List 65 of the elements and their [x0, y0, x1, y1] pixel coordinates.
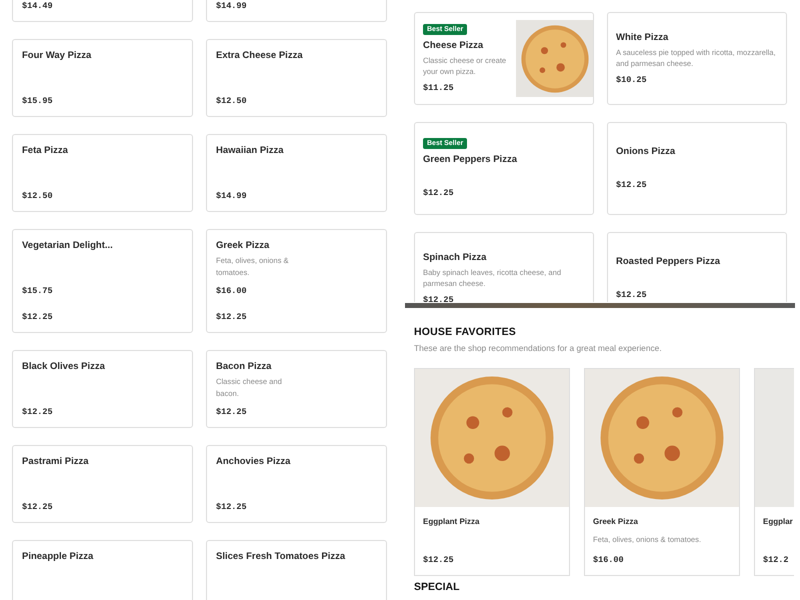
menu-item-card[interactable]: $14.99 — [206, 0, 387, 22]
item-name: Feta Pizza — [22, 145, 69, 157]
item-name: Vegetarian Delight... — [22, 240, 114, 252]
item-name: Greek Pizza — [216, 240, 270, 252]
menu-item-card[interactable]: Vegetarian Delight... $15.75 — [12, 229, 193, 300]
menu-item-card[interactable]: $14.49 — [12, 0, 193, 22]
item-price: $12.25 — [423, 188, 455, 199]
item-name: Pineapple Pizza — [22, 551, 94, 563]
menu-item-card[interactable]: Extra Cheese Pizza $12.50 — [206, 39, 387, 117]
item-price: $10.25 — [616, 74, 648, 86]
menu-item-card[interactable]: Pineapple Pizza — [12, 540, 193, 600]
item-name: White Pizza — [616, 32, 670, 44]
item-price: $12.50 — [216, 96, 248, 107]
favorite-item-card[interactable]: Eggplar $12.2 — [754, 368, 794, 576]
menu-item-card[interactable]: $12.25 — [12, 300, 193, 333]
item-name: Slices Fresh Tomatoes Pizza — [216, 551, 346, 563]
menu-item-card[interactable]: Feta Pizza $12.50 — [12, 134, 193, 212]
item-name: Pastrami Pizza — [22, 456, 90, 468]
item-price: $12.2 — [763, 555, 790, 566]
item-price: $11.25 — [423, 82, 455, 94]
item-price: $14.49 — [22, 1, 54, 12]
item-name: Greek Pizza — [593, 516, 639, 528]
item-name: Spinach Pizza — [423, 252, 488, 264]
item-name: Anchovies Pizza — [216, 456, 292, 468]
item-price: $14.99 — [216, 191, 248, 202]
item-price: $15.95 — [22, 96, 54, 107]
menu-item-card[interactable]: $12.25 — [206, 300, 387, 333]
menu-item-card[interactable]: Hawaiian Pizza $14.99 — [206, 134, 387, 212]
item-name: Cheese Pizza — [423, 40, 484, 52]
section-title: SPECIAL — [414, 582, 461, 593]
menu-item-card[interactable]: Onions Pizza $12.25 — [607, 122, 787, 215]
menu-item-card[interactable]: Roasted Peppers Pizza $12.25 — [607, 232, 787, 302]
item-name: Eggplar — [763, 516, 794, 528]
item-name: Roasted Peppers Pizza — [616, 256, 722, 268]
menu-item-card[interactable]: Slices Fresh Tomatoes Pizza — [206, 540, 387, 600]
menu-item-card[interactable]: Black Olives Pizza $12.25 — [12, 350, 193, 428]
item-name: Bacon Pizza — [216, 361, 272, 373]
menu-item-card[interactable]: Four Way Pizza $15.95 — [12, 39, 193, 117]
menu-item-card[interactable]: Pastrami Pizza $12.25 — [12, 445, 193, 523]
item-price: $12.50 — [22, 191, 54, 202]
item-price: $15.75 — [22, 286, 54, 297]
favorite-item-card[interactable]: Eggplant Pizza $12.25 — [414, 368, 570, 576]
item-price: $16.00 — [216, 286, 248, 297]
item-price: $12.25 — [22, 407, 54, 418]
item-name: Black Olives Pizza — [22, 361, 106, 373]
item-price: $16.00 — [593, 555, 625, 566]
item-price: $12.25 — [22, 502, 54, 513]
item-price: $12.25 — [616, 290, 648, 301]
item-price: $12.25 — [616, 180, 648, 191]
item-price: $12.25 — [22, 312, 54, 323]
section-subtitle: These are the shop recommendations for a great meal experience. — [414, 343, 663, 353]
item-name: Onions Pizza — [616, 146, 676, 158]
menu-item-card[interactable]: Anchovies Pizza $12.25 — [206, 445, 387, 523]
item-name: Extra Cheese Pizza — [216, 50, 304, 62]
item-name: Hawaiian Pizza — [216, 145, 285, 157]
item-name: Eggplant Pizza — [423, 516, 480, 528]
item-price: $12.25 — [216, 312, 248, 323]
item-name: Green Peppers Pizza — [423, 154, 518, 166]
item-price: $12.25 — [216, 407, 248, 418]
item-price: $14.99 — [216, 1, 248, 12]
item-price: $12.25 — [216, 502, 248, 513]
item-price: $12.25 — [423, 555, 455, 566]
item-name: Four Way Pizza — [22, 50, 92, 62]
item-price: $12.25 — [423, 294, 455, 302]
section-title: HOUSE FAVORITES — [414, 326, 517, 338]
